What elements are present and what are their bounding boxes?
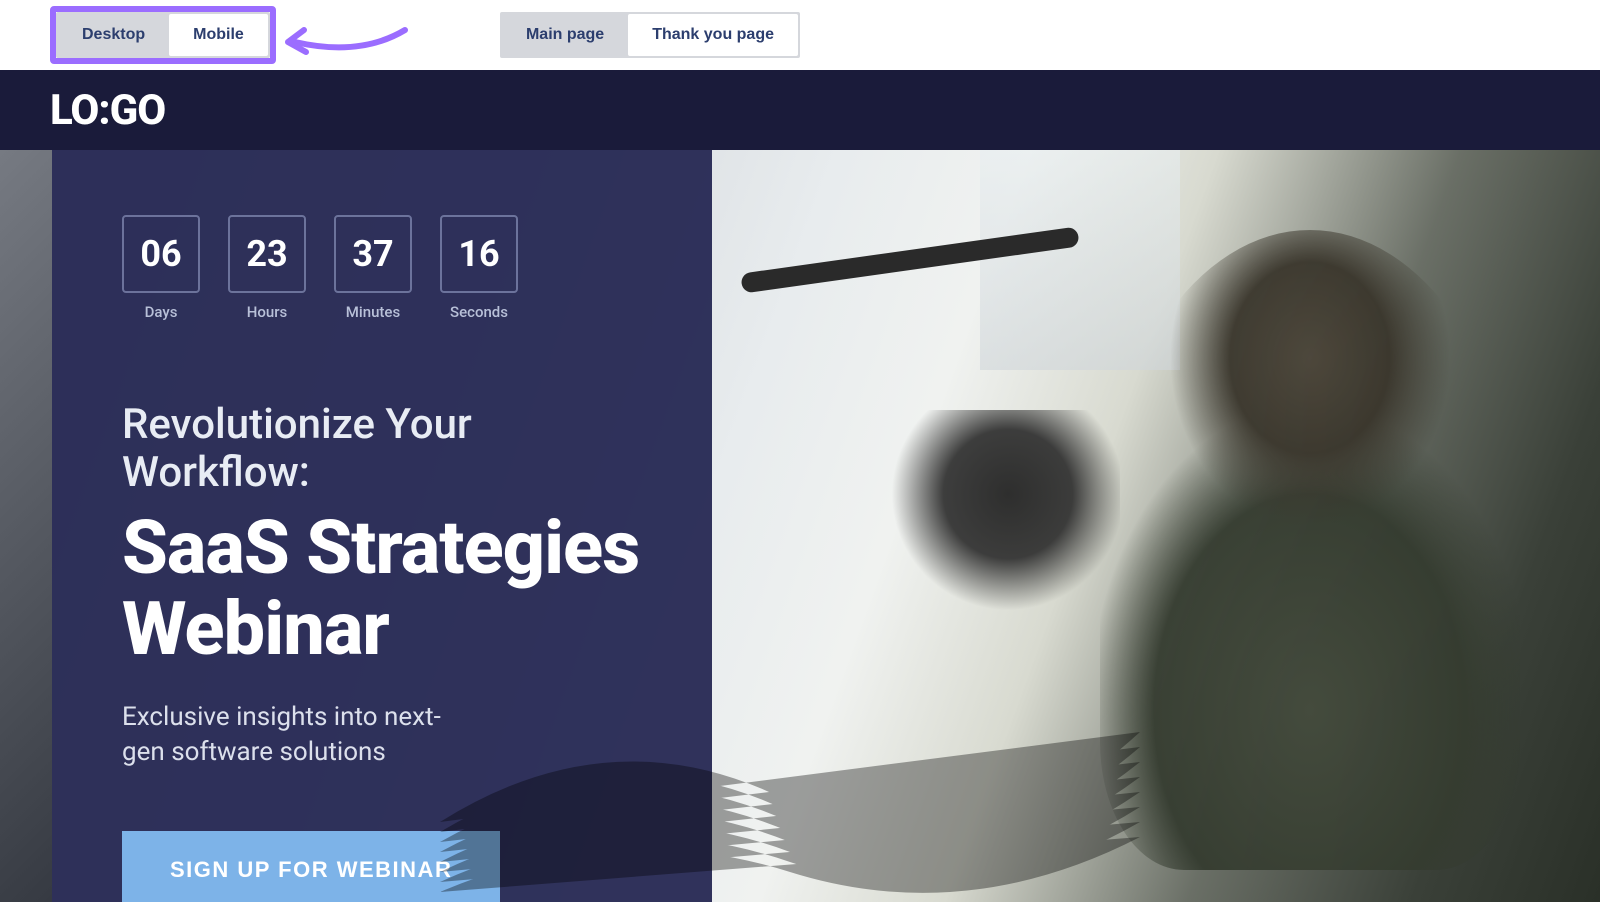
- countdown-minutes: 37 Minutes: [334, 215, 412, 321]
- countdown-hours-label: Hours: [247, 303, 288, 321]
- countdown-hours-value: 23: [228, 215, 306, 293]
- mobile-tab[interactable]: Mobile: [169, 14, 268, 56]
- hero-subtitle: Exclusive insights into next-gen softwar…: [122, 700, 482, 770]
- signup-button[interactable]: SIGN UP FOR WEBINAR: [122, 831, 500, 902]
- hero-left-strip: [0, 150, 52, 902]
- countdown-timer: 06 Days 23 Hours 37 Minutes 16 Seconds: [122, 215, 642, 321]
- countdown-minutes-value: 37: [334, 215, 412, 293]
- page-switcher: Main page Thank you page: [500, 12, 800, 58]
- countdown-days: 06 Days: [122, 215, 200, 321]
- hero-overlay-panel: 06 Days 23 Hours 37 Minutes 16 Seconds R…: [52, 150, 712, 902]
- editor-toolbar: Desktop Mobile Main page Thank you page: [0, 0, 1600, 70]
- countdown-minutes-label: Minutes: [346, 303, 400, 321]
- countdown-days-label: Days: [145, 303, 178, 321]
- desktop-tab[interactable]: Desktop: [58, 14, 169, 56]
- hero-overline: Revolutionize Your Workflow:: [122, 401, 642, 498]
- countdown-seconds-label: Seconds: [450, 303, 508, 321]
- thank-you-page-tab[interactable]: Thank you page: [628, 14, 798, 56]
- countdown-seconds-value: 16: [440, 215, 518, 293]
- countdown-hours: 23 Hours: [228, 215, 306, 321]
- page-header: LO:GO: [0, 70, 1600, 150]
- annotation-arrow-icon: [280, 22, 410, 67]
- device-switcher: Desktop Mobile: [56, 12, 270, 58]
- countdown-seconds: 16 Seconds: [440, 215, 518, 321]
- main-page-tab[interactable]: Main page: [502, 14, 628, 56]
- countdown-days-value: 06: [122, 215, 200, 293]
- logo: LO:GO: [50, 86, 165, 135]
- hero-title: SaaS Strategies Webinar: [122, 508, 642, 671]
- device-switcher-highlight: Desktop Mobile: [50, 6, 276, 64]
- hero-section: 06 Days 23 Hours 37 Minutes 16 Seconds R…: [0, 150, 1600, 902]
